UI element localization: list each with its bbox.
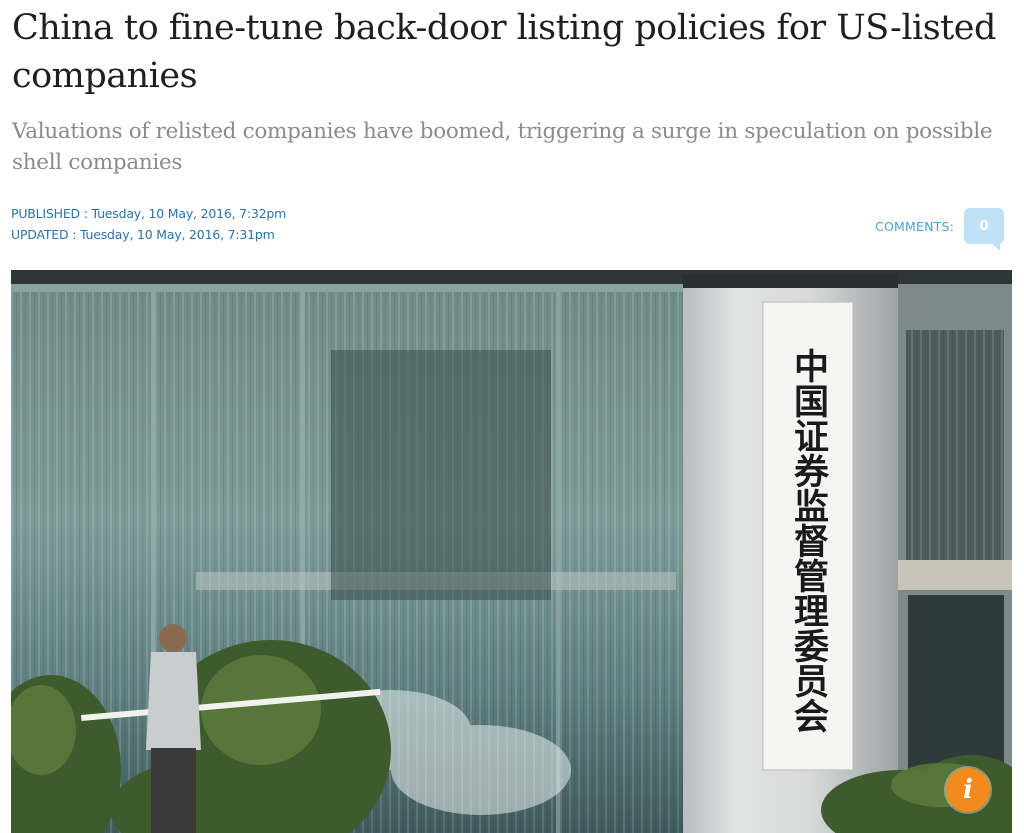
comment-count: 0 [979,218,989,234]
article-meta: PUBLISHED : Tuesday, 10 May, 2016, 7:32p… [11,203,286,245]
comments-label[interactable]: COMMENTS: [875,219,954,234]
updated-date: UPDATED : Tuesday, 10 May, 2016, 7:31pm [11,227,275,242]
comments-widget[interactable]: COMMENTS: 0 [875,208,1004,251]
article-headline: China to fine-tune back-door listing pol… [12,8,996,96]
info-glyph: i [963,775,973,805]
comment-count-bubble-icon[interactable]: 0 [964,208,1004,251]
article-photo: 中国证券监督管理委员会 [11,270,1012,833]
info-icon[interactable]: i [946,768,990,812]
published-date: PUBLISHED : Tuesday, 10 May, 2016, 7:32p… [11,206,287,221]
sign-text: 中国证券监督管理委员会 [788,347,828,733]
article-subheadline: Valuations of relisted companies have bo… [12,119,993,175]
